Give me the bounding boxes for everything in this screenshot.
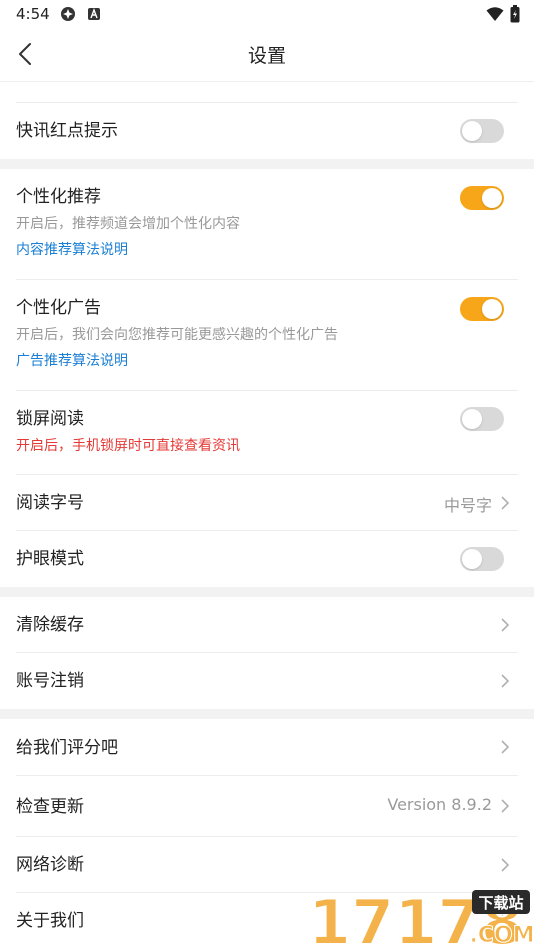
row-title: 个性化广告 [16,298,101,318]
eye-care-toggle[interactable] [460,547,504,571]
settings-list: 快讯红点提示 个性化推荐 开启后，推荐频道会增加个性化内容 内容推荐算法说明 个… [0,82,534,949]
row-delete-account[interactable]: 账号注销 [0,653,534,709]
version-value: Version 8.9.2 [387,795,492,814]
watermark-sub: .COM [469,923,534,948]
chevron-right-icon [498,740,512,754]
row-lockscreen: 锁屏阅读 开启后，手机锁屏时可直接查看资讯 [0,391,534,475]
battery-icon [510,5,520,27]
hidden-row-edge [0,82,534,103]
status-right [486,5,520,27]
personal-recommend-toggle[interactable] [460,186,504,210]
personal-ads-toggle[interactable] [460,297,504,321]
row-warn: 开启后，手机锁屏时可直接查看资讯 [16,438,240,454]
row-title: 锁屏阅读 [16,409,84,429]
page-title: 设置 [247,45,286,67]
chevron-right-icon [498,618,512,632]
recommend-algorithm-link[interactable]: 内容推荐算法说明 [16,239,518,261]
chevron-right-icon [498,799,512,813]
row-kuaixun[interactable]: 快讯红点提示 [0,103,534,159]
row-title: 阅读字号 [16,493,84,513]
row-desc: 开启后，推荐频道会增加个性化内容 [16,216,240,232]
section-gap [0,587,534,597]
row-title: 个性化推荐 [16,187,101,207]
back-arrow-icon [19,43,31,65]
row-title: 网络诊断 [16,855,84,875]
section-gap [0,159,534,169]
back-button[interactable] [8,36,44,72]
row-personal-recommend: 个性化推荐 开启后，推荐频道会增加个性化内容 内容推荐算法说明 [0,169,534,280]
a-notification-icon [86,6,102,22]
section-gap [0,709,534,719]
row-update[interactable]: 检查更新 Version 8.9.2 [0,776,534,837]
row-title: 护眼模式 [16,549,84,569]
chevron-right-icon [498,674,512,688]
title-bar: 设置 [0,28,534,82]
row-rate[interactable]: 给我们评分吧 [0,719,534,776]
row-title: 账号注销 [16,671,84,691]
lockscreen-toggle[interactable] [460,407,504,431]
ads-algorithm-link[interactable]: 广告推荐算法说明 [16,350,518,372]
row-personal-ads: 个性化广告 开启后，我们会向您推荐可能更感兴趣的个性化广告 广告推荐算法说明 [0,280,534,391]
status-bar: 4:54 [0,0,534,28]
row-font-size[interactable]: 阅读字号 中号字 [0,475,534,531]
watermark-logo: 17178 下载站 .COM [306,884,534,950]
chevron-right-icon [498,858,512,872]
row-title: 给我们评分吧 [16,737,118,758]
kuaixun-toggle[interactable] [460,119,504,143]
row-desc: 开启后，我们会向您推荐可能更感兴趣的个性化广告 [16,327,338,343]
chevron-right-icon [498,496,512,510]
row-eye-care[interactable]: 护眼模式 [0,531,534,587]
app-notification-icon [60,6,76,22]
wifi-icon [486,6,504,26]
watermark-badge: 下载站 [478,894,523,912]
row-title: 快讯红点提示 [16,121,118,141]
row-clear-cache[interactable]: 清除缓存 [0,597,534,653]
status-time: 4:54 [16,5,50,23]
row-title: 清除缓存 [16,615,84,635]
font-size-value: 中号字 [443,496,492,515]
